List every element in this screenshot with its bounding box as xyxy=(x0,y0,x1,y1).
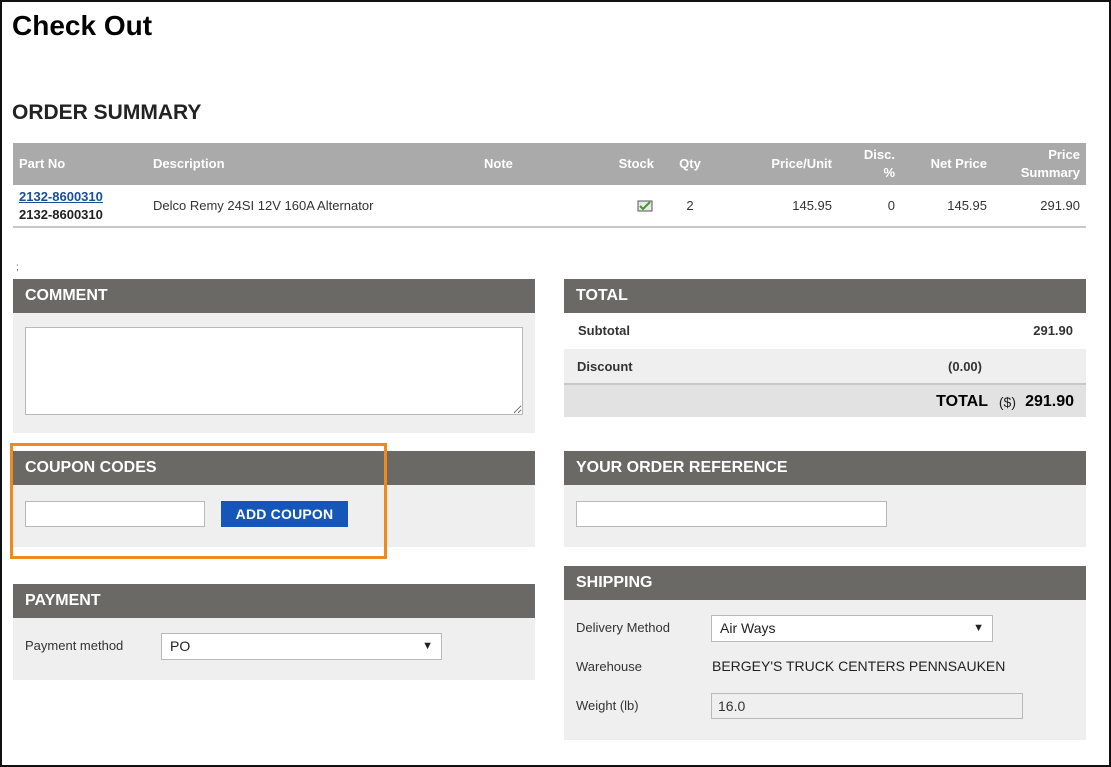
payment-method-select[interactable]: PO ▼ xyxy=(161,633,442,660)
cell-price-unit: 145.95 xyxy=(792,198,832,213)
col-disc: Disc. % xyxy=(838,143,901,185)
discount-value: (0.00) xyxy=(948,359,982,374)
checkout-page: Check Out ORDER SUMMARY Part No Descript… xyxy=(0,0,1111,767)
cell-qty: 2 xyxy=(686,198,694,213)
delivery-method-select[interactable]: Air Ways ▼ xyxy=(711,615,993,642)
col-qty: Qty xyxy=(679,156,701,171)
comment-title: COMMENT xyxy=(13,279,535,313)
order-summary-table: Part No Description Note Stock Qty Price… xyxy=(13,143,1086,228)
col-disc-line1: Disc. xyxy=(863,147,895,162)
page-title: Check Out xyxy=(12,10,153,41)
order-reference-title: YOUR ORDER REFERENCE xyxy=(564,451,1086,485)
part-number-text: 2132-8600310 xyxy=(19,206,103,222)
table-header-row: Part No Description Note Stock Qty Price… xyxy=(13,143,1086,185)
warehouse-value: BERGEY'S TRUCK CENTERS PENNSAUKEN xyxy=(712,658,1006,674)
col-description: Description xyxy=(153,156,225,171)
dropdown-arrow-icon: ▼ xyxy=(973,622,984,634)
cell-part-no: 2132-8600310 2132-8600310 xyxy=(13,185,147,227)
grand-total-label: TOTAL xyxy=(936,393,988,410)
comment-textarea[interactable] xyxy=(25,327,523,415)
cell-disc: 0 xyxy=(887,198,895,213)
col-note: Note xyxy=(484,156,513,171)
add-coupon-button[interactable]: ADD COUPON xyxy=(221,501,348,527)
table-row: 2132-8600310 2132-8600310 Delco Remy 24S… xyxy=(13,185,1086,227)
order-reference-panel: YOUR ORDER REFERENCE xyxy=(564,451,1086,547)
weight-label: Weight (lb) xyxy=(576,698,639,713)
payment-panel: PAYMENT Payment method PO ▼ xyxy=(13,584,535,680)
comment-panel: COMMENT xyxy=(13,279,535,433)
discount-row: Discount (0.00) xyxy=(564,349,1086,385)
cell-price-summary: 291.90 xyxy=(1040,198,1080,213)
coupon-panel: COUPON CODES ADD COUPON xyxy=(13,451,535,547)
col-part-no: Part No xyxy=(19,156,66,171)
part-number-link[interactable]: 2132-8600310 xyxy=(19,188,141,206)
grand-total-row: TOTAL ($) 291.90 xyxy=(564,385,1086,417)
currency-label: ($) xyxy=(998,394,1016,410)
col-price-summary-line1: Price xyxy=(1048,147,1080,162)
shipping-panel: SHIPPING Delivery Method Air Ways ▼ Ware… xyxy=(564,566,1086,740)
coupon-input[interactable] xyxy=(25,501,205,527)
subtotal-row: Subtotal 291.90 xyxy=(564,313,1086,349)
col-stock: Stock xyxy=(618,156,654,171)
col-price-unit: Price/Unit xyxy=(771,156,832,171)
weight-input[interactable] xyxy=(711,693,1023,719)
col-net-price: Net Price xyxy=(930,156,987,171)
grand-total-value: 291.90 xyxy=(1025,393,1074,410)
delivery-method-value: Air Ways xyxy=(720,620,776,636)
warehouse-label: Warehouse xyxy=(576,659,642,674)
payment-title: PAYMENT xyxy=(13,584,535,618)
dropdown-arrow-icon: ▼ xyxy=(422,640,433,652)
subtotal-value: 291.90 xyxy=(1033,323,1073,338)
delivery-method-label: Delivery Method xyxy=(576,620,670,635)
col-disc-line2: % xyxy=(883,165,895,180)
total-panel: TOTAL Subtotal 291.90 Discount (0.00) TO… xyxy=(564,279,1086,417)
discount-label: Discount xyxy=(577,359,633,374)
cell-net-price: 145.95 xyxy=(947,198,987,213)
col-price-summary: Price Summary xyxy=(993,143,1086,185)
cell-note xyxy=(478,185,588,227)
coupon-title: COUPON CODES xyxy=(13,451,535,485)
col-price-summary-line2: Summary xyxy=(1020,165,1080,180)
payment-method-label: Payment method xyxy=(25,638,124,653)
subtotal-label: Subtotal xyxy=(578,323,630,338)
total-title: TOTAL xyxy=(564,279,1086,313)
shipping-title: SHIPPING xyxy=(564,566,1086,600)
cell-description: Delco Remy 24SI 12V 160A Alternator xyxy=(153,198,374,213)
cell-stock xyxy=(588,185,660,227)
order-summary-title: ORDER SUMMARY xyxy=(12,101,202,124)
payment-method-value: PO xyxy=(170,638,191,654)
in-stock-check-icon xyxy=(636,199,654,213)
stray-mark: ; xyxy=(16,262,19,273)
order-reference-input[interactable] xyxy=(576,501,887,527)
